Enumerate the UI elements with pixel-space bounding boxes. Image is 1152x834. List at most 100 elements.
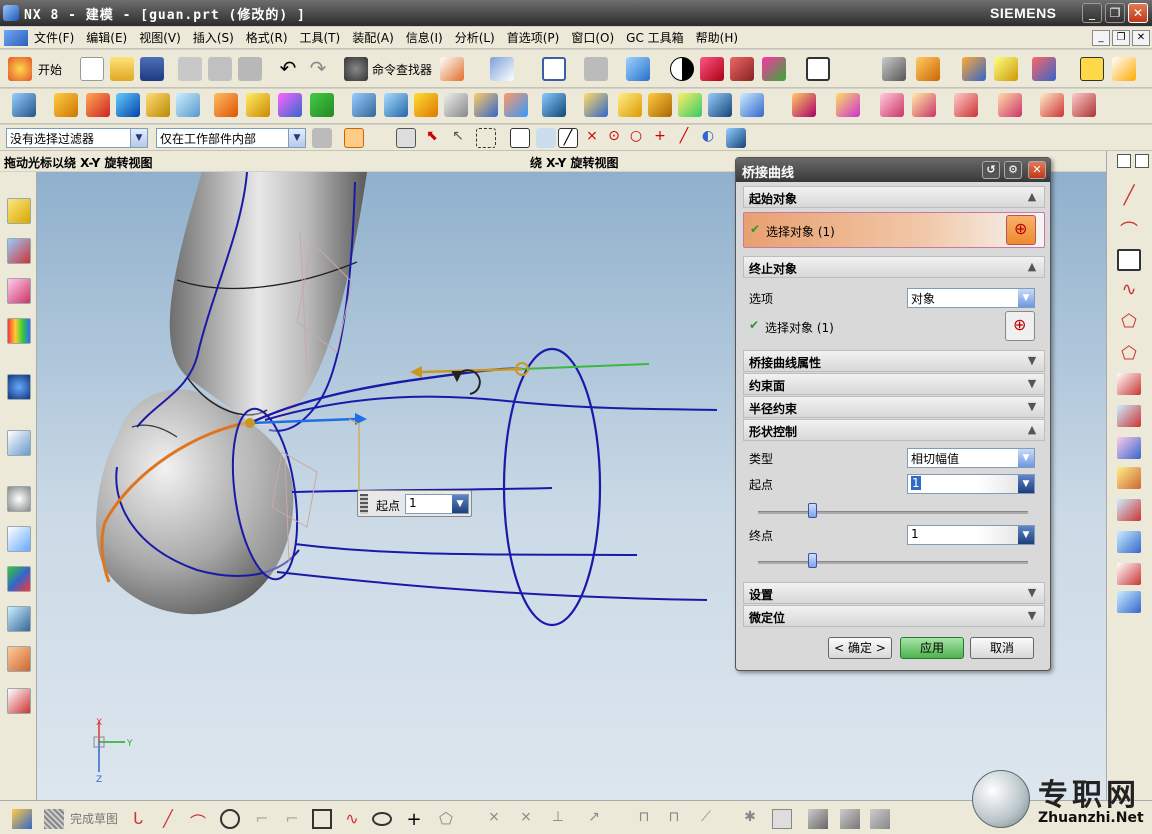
- chevron-up-icon[interactable]: ▲: [1023, 421, 1041, 439]
- convert-reference-icon[interactable]: [840, 809, 860, 829]
- paste-icon[interactable]: [238, 57, 262, 81]
- arrow-icon[interactable]: ⬉: [422, 128, 442, 148]
- copy-icon[interactable]: [208, 57, 232, 81]
- reset-icon[interactable]: ↺: [982, 161, 1000, 179]
- snap-point-icon[interactable]: [344, 128, 364, 148]
- sketch-icon[interactable]: [12, 93, 36, 117]
- cursor-icon[interactable]: ↖: [448, 128, 468, 148]
- move-face-icon[interactable]: [1040, 93, 1064, 117]
- clock-icon[interactable]: [7, 486, 31, 512]
- menu-insert[interactable]: 插入(S): [187, 29, 240, 46]
- end-crosshair-button[interactable]: ⊕: [1005, 311, 1035, 341]
- snap-body-icon[interactable]: [726, 128, 746, 148]
- shaded-cube-icon[interactable]: [626, 57, 650, 81]
- hole-icon[interactable]: [146, 93, 170, 117]
- dimension-icon[interactable]: ⊓: [634, 809, 654, 829]
- sketch-rectangle-icon[interactable]: [312, 809, 332, 829]
- type-dropdown[interactable]: 相切幅值 ▼: [907, 448, 1035, 468]
- menu-window[interactable]: 窗口(O): [565, 29, 620, 46]
- doc-minimize-button[interactable]: _: [1092, 30, 1110, 46]
- guide-curves[interactable]: [264, 395, 718, 601]
- polygon-icon[interactable]: ⬠: [1117, 311, 1141, 333]
- sketch-point-icon[interactable]: +: [404, 809, 424, 830]
- menu-help[interactable]: 帮助(H): [690, 29, 744, 46]
- background-icon[interactable]: [806, 57, 830, 81]
- onscreen-input-box[interactable]: 起点 1 ▼: [357, 490, 472, 517]
- snap-center-icon[interactable]: ⊙: [604, 128, 624, 148]
- offset-sketch-icon[interactable]: ↗: [584, 809, 604, 829]
- mesh-surface-icon[interactable]: [708, 93, 732, 117]
- arc-icon[interactable]: ⌒: [1117, 217, 1141, 242]
- snap-on-curve-icon[interactable]: ╱: [674, 128, 694, 148]
- menu-info[interactable]: 信息(I): [400, 29, 449, 46]
- end-select-row[interactable]: ✔ 选择对象 (1) ⊕: [743, 310, 1045, 344]
- scope-dropdown[interactable]: 仅在工作部件内部 ▼: [156, 128, 306, 148]
- start-button[interactable]: 开始: [38, 61, 62, 78]
- show-constraints-icon[interactable]: ✱: [740, 809, 760, 829]
- command-finder-button[interactable]: 命令查找器: [372, 61, 432, 78]
- sketch-polygon-icon[interactable]: ⬠: [436, 809, 456, 829]
- start-select-row[interactable]: ✔ 选择对象 (1) ⊕: [743, 212, 1045, 248]
- minimize-button[interactable]: _: [1082, 3, 1102, 23]
- sketch-arc-icon[interactable]: ⌒: [188, 809, 208, 832]
- maximize-button[interactable]: ❐: [1105, 3, 1125, 23]
- extract-curve-icon[interactable]: [1117, 499, 1141, 521]
- make-corner-icon[interactable]: ⊥: [548, 809, 568, 829]
- snap-existing-icon[interactable]: +: [650, 128, 670, 148]
- assembly-filter-icon[interactable]: [312, 128, 332, 148]
- start-value-field[interactable]: 1 ▼: [907, 474, 1035, 494]
- start-icon[interactable]: [8, 57, 32, 81]
- chamfer-sketch-icon[interactable]: ⌐: [282, 809, 302, 829]
- chevron-down-icon[interactable]: ▼: [1018, 475, 1034, 493]
- subtract-icon[interactable]: [584, 93, 608, 117]
- end-slider-track[interactable]: [758, 561, 1028, 564]
- selection-icon[interactable]: [490, 57, 514, 81]
- sweep-icon[interactable]: [648, 93, 672, 117]
- thru-curves-icon[interactable]: [678, 93, 702, 117]
- unite-icon[interactable]: [542, 93, 566, 117]
- datum-axis-icon[interactable]: [278, 93, 302, 117]
- ellipse-icon[interactable]: [372, 812, 392, 826]
- studio-spline-icon[interactable]: ∿: [1117, 279, 1141, 301]
- chevron-down-icon[interactable]: ▼: [1023, 584, 1041, 602]
- fit-view-icon[interactable]: [542, 57, 566, 81]
- menu-tools[interactable]: 工具(T): [294, 29, 347, 46]
- menu-edit[interactable]: 编辑(E): [80, 29, 133, 46]
- section-curve-icon[interactable]: [1117, 467, 1141, 489]
- chevron-down-icon[interactable]: ▼: [452, 495, 468, 513]
- undo-icon[interactable]: ↶: [276, 57, 300, 81]
- part-navigator-icon[interactable]: [7, 278, 31, 304]
- intersect-icon[interactable]: [618, 93, 642, 117]
- chevron-down-icon[interactable]: ▼: [1018, 526, 1034, 544]
- toolbar-close-icon[interactable]: [1135, 154, 1149, 168]
- internet-explorer-icon[interactable]: [7, 374, 31, 400]
- rectangle-icon[interactable]: [1117, 249, 1141, 271]
- section-end-object[interactable]: 终止对象 ▲: [743, 256, 1045, 278]
- finish-sketch-button[interactable]: 完成草图: [70, 810, 118, 827]
- draft-icon[interactable]: [384, 93, 408, 117]
- redo-icon[interactable]: ↷: [306, 57, 330, 81]
- analysis-icon[interactable]: [994, 57, 1018, 81]
- manufacturing-wizard-icon[interactable]: [7, 606, 31, 632]
- section-radius-constraint[interactable]: 半径约束 ▼: [743, 396, 1045, 418]
- dialog-title-bar[interactable]: 桥接曲线 ↺ ⚙ ✕: [736, 158, 1050, 182]
- section-cube-icon[interactable]: [762, 57, 786, 81]
- extrude-icon[interactable]: [54, 93, 78, 117]
- sketch-icon[interactable]: [12, 809, 32, 829]
- pencil-icon[interactable]: [1112, 57, 1136, 81]
- wire-cube-icon[interactable]: [700, 57, 724, 81]
- menu-preferences[interactable]: 首选项(P): [501, 29, 566, 46]
- hidden-cube-icon[interactable]: [730, 57, 754, 81]
- bridge-curve-icon[interactable]: [1117, 373, 1141, 395]
- apply-button[interactable]: 应用: [900, 637, 964, 659]
- history-icon[interactable]: [7, 430, 31, 456]
- section-shape-control[interactable]: 形状控制 ▲: [743, 419, 1045, 441]
- boss-icon[interactable]: [176, 93, 200, 117]
- doc-close-button[interactable]: ✕: [1132, 30, 1150, 46]
- selection-filter-dropdown[interactable]: 没有选择过滤器 ▼: [6, 128, 148, 148]
- close-button[interactable]: ✕: [1128, 3, 1148, 23]
- toolbar-options-icon[interactable]: [1117, 154, 1131, 168]
- snap-icon[interactable]: [1032, 57, 1056, 81]
- animate-icon[interactable]: [808, 809, 828, 829]
- layer-icon[interactable]: [882, 57, 906, 81]
